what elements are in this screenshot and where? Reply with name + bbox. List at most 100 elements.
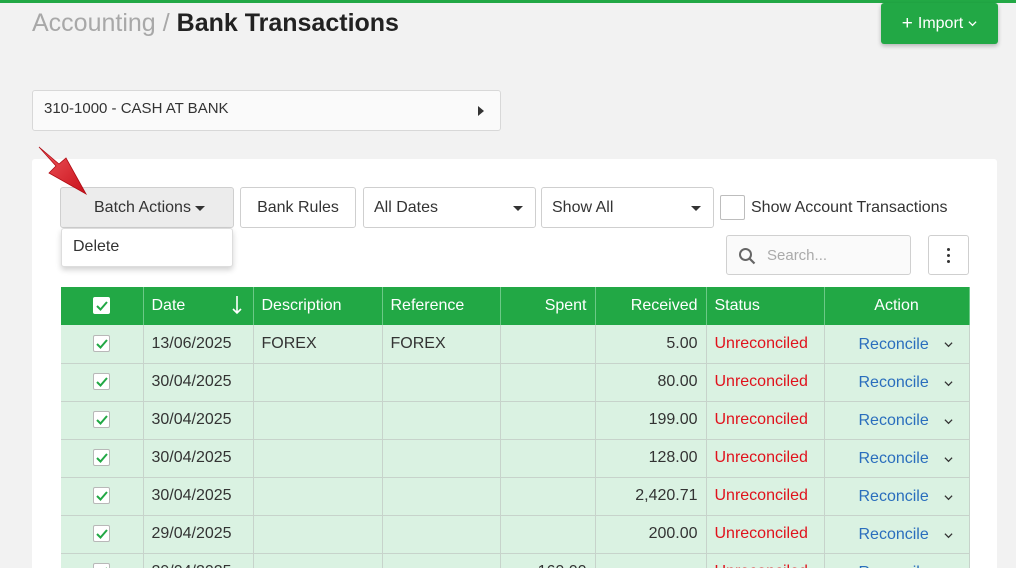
row-select-cell [61, 477, 144, 516]
plus-icon: + [901, 13, 913, 34]
account-selector-value: 310-1000 - CASH AT BANK [44, 100, 229, 117]
bank-rules-label: Bank Rules [257, 198, 339, 216]
row-action-cell: Reconcile [824, 439, 970, 478]
row-checkbox[interactable] [93, 411, 111, 429]
chevron-down-icon [968, 21, 977, 27]
column-header-date[interactable]: Date [143, 287, 254, 325]
show-filter-select[interactable]: Show All [541, 187, 714, 228]
row-reference [382, 553, 501, 568]
row-received: 80.00 [595, 363, 707, 402]
row-received: 199.00 [595, 401, 707, 440]
row-select-cell [61, 363, 144, 402]
chevron-down-icon[interactable] [943, 493, 953, 502]
table-row[interactable]: 30/04/2025 80.00 Unreconciled Reconcile [61, 363, 970, 402]
search-icon [739, 248, 756, 265]
table-row[interactable]: 13/06/2025 FOREX FOREX 5.00 Unreconciled Reco… [61, 325, 970, 364]
row-date: 30/04/2025 [143, 477, 254, 516]
menu-item-delete[interactable]: Delete [73, 238, 119, 256]
chevron-down-icon[interactable] [943, 455, 953, 464]
checkmark-icon [96, 453, 109, 464]
dates-filter-select[interactable]: All Dates [363, 187, 536, 228]
table-row[interactable]: 30/04/2025 2,420.71 Unreconciled Reconcile [61, 477, 970, 516]
reconcile-link[interactable]: Reconcile [859, 526, 929, 543]
table-row[interactable]: 29/04/2025 200.00 Unreconciled Reconcile [61, 515, 970, 554]
row-description [253, 515, 383, 554]
breadcrumb-separator: / [162, 9, 170, 37]
row-description [253, 553, 383, 568]
row-checkbox[interactable] [93, 373, 111, 391]
reconcile-link[interactable]: Reconcile [859, 374, 929, 391]
row-description [253, 363, 383, 402]
row-date: 30/04/2025 [143, 439, 254, 478]
checkmark-icon [96, 491, 109, 502]
search-box[interactable] [726, 235, 911, 275]
top-accent-bar [0, 0, 1016, 3]
row-checkbox[interactable] [93, 335, 111, 353]
page-title: Bank Transactions [176, 9, 399, 37]
row-status: Unreconciled [706, 325, 825, 364]
row-received: 128.00 [595, 439, 707, 478]
reconcile-link[interactable]: Reconcile [859, 336, 929, 353]
row-date: 30/04/2025 [143, 363, 254, 402]
show-account-transactions-checkbox[interactable] [720, 195, 745, 220]
caret-down-icon [691, 206, 701, 211]
row-spent [500, 363, 596, 402]
row-description: FOREX [253, 325, 383, 364]
column-header-description[interactable]: Description [253, 287, 383, 325]
chevron-down-icon[interactable] [943, 379, 953, 388]
row-action-cell: Reconcile [824, 401, 970, 440]
account-selector[interactable]: 310-1000 - CASH AT BANK [32, 90, 501, 131]
row-spent [500, 477, 596, 516]
reconcile-link[interactable]: Reconcile [859, 450, 929, 467]
table-row[interactable]: 29/04/2025 160.00 Unreconciled Reconcile [61, 553, 970, 568]
chevron-down-icon[interactable] [943, 340, 953, 349]
row-checkbox[interactable] [93, 525, 111, 543]
column-header-reference[interactable]: Reference [382, 287, 501, 325]
row-status: Unreconciled [706, 515, 825, 554]
chevron-down-icon[interactable] [943, 417, 953, 426]
row-checkbox[interactable] [93, 487, 111, 505]
checkmark-icon [96, 377, 109, 388]
row-received: 2,420.71 [595, 477, 707, 516]
more-options-button[interactable] [928, 235, 969, 275]
row-description [253, 401, 383, 440]
row-spent [500, 401, 596, 440]
row-action-cell: Reconcile [824, 363, 970, 402]
bank-rules-button[interactable]: Bank Rules [240, 187, 356, 228]
row-reference [382, 401, 501, 440]
row-date: 30/04/2025 [143, 401, 254, 440]
row-checkbox[interactable] [93, 449, 111, 467]
sort-down-icon [231, 296, 242, 315]
transactions-table: Date Description Reference Spent Receive… [61, 287, 970, 568]
row-reference [382, 477, 501, 516]
row-date: 29/04/2025 [143, 515, 254, 554]
checkmark-icon [96, 301, 109, 312]
row-action-cell: Reconcile [824, 553, 970, 568]
import-button[interactable]: + Import [881, 3, 998, 44]
row-action-cell: Reconcile [824, 325, 970, 364]
table-row[interactable]: 30/04/2025 128.00 Unreconciled Reconcile [61, 439, 970, 478]
row-reference [382, 439, 501, 478]
caret-down-icon [195, 206, 205, 211]
table-row[interactable]: 30/04/2025 199.00 Unreconciled Reconcile [61, 401, 970, 440]
row-reference: FOREX [382, 325, 501, 364]
import-button-label: Import [917, 14, 964, 32]
dates-filter-value: All Dates [374, 198, 439, 216]
show-filter-value: Show All [552, 198, 614, 216]
select-all-checkbox[interactable] [93, 297, 111, 315]
column-header-spent[interactable]: Spent [500, 287, 596, 325]
row-date: 13/06/2025 [143, 325, 254, 364]
chevron-down-icon[interactable] [943, 531, 953, 540]
batch-actions-menu: Delete [61, 228, 233, 267]
row-description [253, 477, 383, 516]
row-checkbox[interactable] [93, 563, 111, 568]
column-header-status[interactable]: Status [706, 287, 825, 325]
show-account-transactions-label[interactable]: Show Account Transactions [751, 199, 948, 217]
reconcile-link[interactable]: Reconcile [859, 412, 929, 429]
breadcrumb-parent[interactable]: Accounting [32, 9, 156, 37]
reconcile-link[interactable]: Reconcile [859, 488, 929, 505]
table-header-row: Date Description Reference Spent Receive… [61, 287, 970, 325]
reconcile-link[interactable]: Reconcile [859, 564, 929, 568]
search-input[interactable] [767, 245, 902, 265]
column-header-received[interactable]: Received [595, 287, 707, 325]
